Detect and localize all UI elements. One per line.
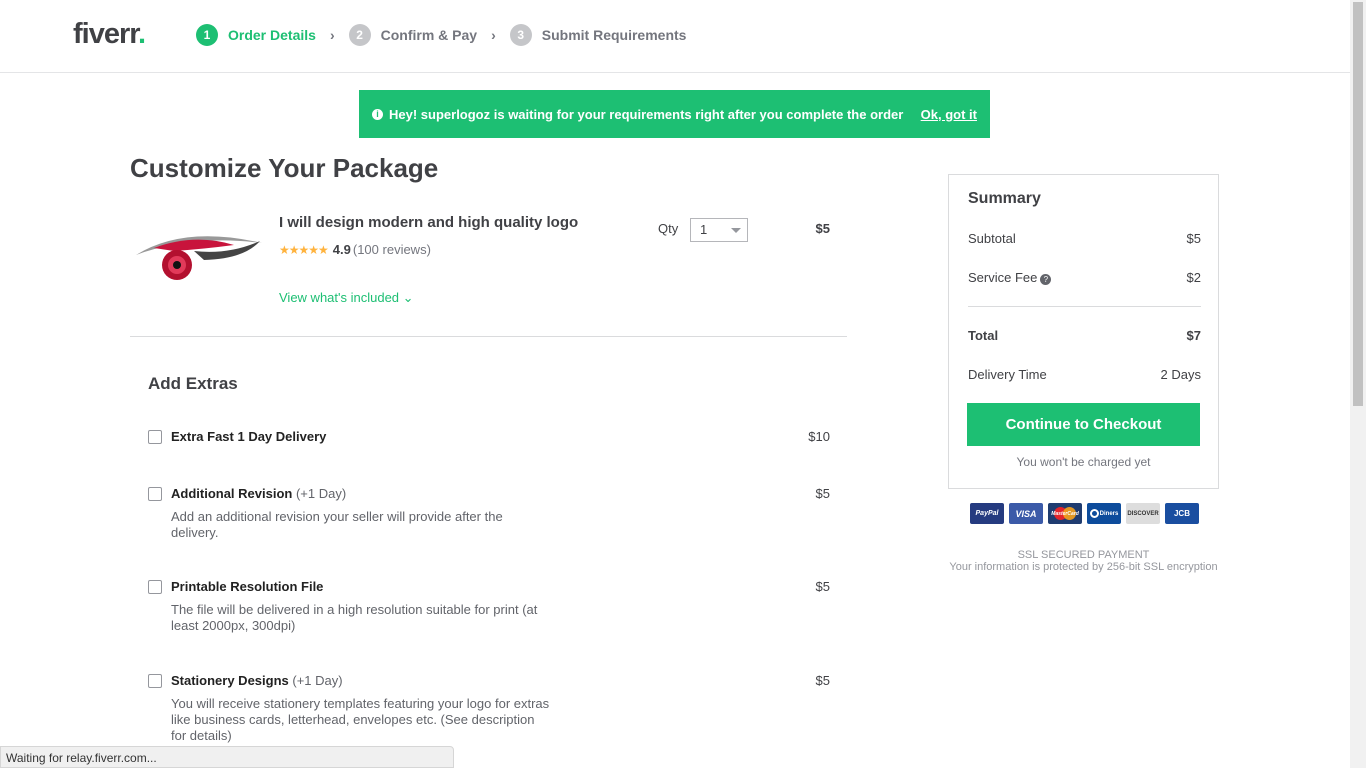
extra-checkbox[interactable]	[148, 487, 162, 501]
mastercard-icon: MasterCard	[1048, 503, 1082, 524]
extra-description: You will receive stationery templates fe…	[171, 696, 550, 743]
scrollbar[interactable]	[1350, 0, 1366, 768]
extra-price: $5	[815, 673, 830, 688]
dismiss-link[interactable]: Ok, got it	[921, 107, 977, 122]
qty-value: 1	[700, 222, 708, 237]
paypal-icon: PayPal	[970, 503, 1004, 524]
extras-title: Add Extras	[148, 374, 238, 393]
star-icons: ★★★★★	[279, 242, 329, 257]
dropdown-arrow-icon	[731, 228, 741, 233]
step-submit-requirements: 3 Submit Requirements	[509, 24, 687, 46]
summary-title: Summary	[968, 190, 1041, 207]
service-fee-row: Service Fee? $2	[968, 270, 1201, 285]
total-row: Total $7	[968, 328, 1201, 343]
logo-dot: .	[137, 18, 146, 50]
step-confirm-pay: 2 Confirm & Pay	[348, 24, 478, 46]
chevron-right-icon: ›	[329, 27, 335, 43]
logo-text: fiverr	[73, 18, 139, 50]
payment-methods: PayPal VISA MasterCard Diners DISCOVER J…	[970, 503, 1199, 524]
gig-rating: ★★★★★ 4.9 (100 reviews)	[279, 242, 431, 257]
no-charge-note: You won't be charged yet	[1016, 455, 1151, 469]
extra-price: $10	[808, 429, 830, 444]
info-banner: i Hey! superlogoz is waiting for your re…	[359, 90, 990, 138]
jcb-icon: JCB	[1165, 503, 1199, 524]
extra-title: Additional Revision (+1 Day)	[171, 486, 347, 501]
checkout-steps: 1 Order Details › 2 Confirm & Pay › 3 Submi…	[196, 24, 686, 46]
gig-thumbnail[interactable]	[134, 215, 264, 285]
fiverr-logo[interactable]: fiverr.	[73, 18, 146, 51]
summary-panel: Summary Subtotal $5 Service Fee? $2 Total $…	[948, 174, 1219, 489]
gig-price: $5	[815, 221, 830, 236]
visa-icon: VISA	[1009, 503, 1043, 524]
ssl-title: SSL SECURED PAYMENT	[1017, 549, 1150, 561]
scrollbar-thumb[interactable]	[1353, 2, 1363, 406]
browser-status-bar: Waiting for relay.fiverr.com...	[0, 746, 454, 768]
step-number: 2	[348, 24, 371, 46]
step-label: Confirm & Pay	[380, 27, 478, 43]
extra-title: Extra Fast 1 Day Delivery	[171, 429, 327, 444]
qty-label: Qty	[658, 221, 679, 236]
ssl-description: Your information is protected by 256-bit…	[949, 561, 1218, 573]
extra-description: Add an additional revision your seller w…	[171, 509, 503, 540]
extra-title: Printable Resolution File	[171, 579, 324, 594]
extra-title: Stationery Designs (+1 Day)	[171, 673, 343, 688]
extra-checkbox[interactable]	[148, 430, 162, 444]
review-count: (100 reviews)	[352, 242, 431, 257]
qty-select[interactable]: 1	[690, 218, 748, 242]
diners-label: Diners	[1099, 510, 1119, 517]
mastercard-label: MasterCard	[1051, 510, 1079, 517]
divider	[130, 336, 847, 337]
help-icon[interactable]: ?	[1040, 274, 1052, 285]
extra-price: $5	[815, 486, 830, 501]
extra-checkbox[interactable]	[148, 580, 162, 594]
diners-icon: Diners	[1087, 503, 1121, 524]
chevron-right-icon: ›	[491, 27, 496, 43]
rating-value: 4.9	[332, 242, 351, 257]
step-order-details: 1 Order Details	[196, 24, 316, 46]
header: fiverr. 1 Order Details › 2 Confirm & Pay …	[0, 0, 1350, 73]
step-label: Submit Requirements	[541, 27, 687, 43]
view-included-link[interactable]: View what's included ⌄	[279, 290, 414, 306]
chevron-down-icon: ⌄	[399, 290, 414, 305]
subtotal-row: Subtotal $5	[968, 231, 1201, 246]
extra-description: The file will be delivered in a high res…	[171, 602, 538, 633]
diners-ring	[1089, 509, 1099, 518]
extra-checkbox[interactable]	[148, 674, 162, 688]
info-icon: i	[372, 108, 383, 120]
gig-title[interactable]: I will design modern and high quality lo…	[279, 214, 578, 231]
step-number: 3	[509, 24, 532, 46]
step-label: Order Details	[228, 27, 316, 43]
delivery-row: Delivery Time 2 Days	[968, 367, 1201, 382]
banner-message: Hey! superlogoz is waiting for your requ…	[389, 106, 904, 122]
discover-icon: DISCOVER	[1126, 503, 1160, 524]
ssl-info: SSL SECURED PAYMENT Your information is p…	[948, 549, 1219, 573]
continue-to-checkout-button[interactable]: Continue to Checkout	[967, 403, 1200, 446]
page-title: Customize Your Package	[130, 153, 439, 183]
divider	[968, 306, 1201, 307]
extra-price: $5	[815, 579, 830, 594]
link-label: View what's included	[279, 290, 400, 305]
step-number: 1	[196, 24, 218, 46]
